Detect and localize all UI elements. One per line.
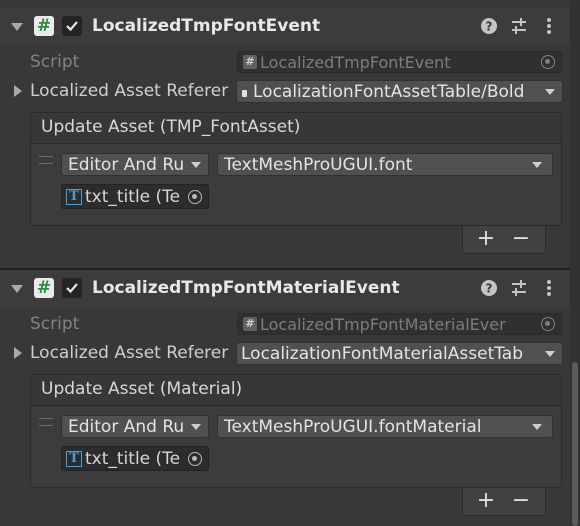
runtime-option-dropdown[interactable]: Editor And Ru — [61, 415, 209, 438]
unity-event-header: Update Asset (Material) — [31, 375, 561, 406]
script-field-value: LocalizedTmpFontMaterialEver — [260, 315, 506, 334]
component-title: LocalizedTmpFontMaterialEvent — [92, 278, 400, 298]
kebab-menu-icon[interactable] — [540, 17, 558, 35]
function-dropdown[interactable]: TextMeshProUGUI.fontMaterial — [217, 415, 553, 438]
script-label: Script — [30, 52, 80, 72]
listener-row: Editor And Ru TextMeshProUGUI.font T txt… — [31, 144, 561, 225]
checkbox-checked-icon — [66, 283, 78, 294]
chevron-down-icon — [532, 162, 542, 168]
script-field: # LocalizedTmpFontMaterialEver — [237, 313, 562, 335]
script-mini-icon: # — [243, 317, 257, 331]
enabled-checkbox[interactable] — [62, 278, 82, 298]
add-listener-button[interactable]: + — [471, 226, 501, 252]
component-title: LocalizedTmpFontEvent — [92, 16, 321, 36]
component-header-font-event[interactable]: # LocalizedTmpFontEvent ? — [0, 7, 570, 45]
scrollbar-thumb[interactable] — [572, 362, 578, 526]
script-label: Script — [30, 314, 80, 334]
drag-handle-icon[interactable] — [39, 418, 53, 426]
function-value: TextMeshProUGUI.font — [224, 155, 413, 175]
list-add-remove-bar: + − — [462, 226, 546, 254]
object-picker-icon — [541, 55, 555, 69]
asset-ref-label: Localized Asset Referer — [30, 343, 229, 363]
chevron-down-icon — [191, 162, 201, 168]
target-object-field[interactable]: T txt_title (Te — [61, 184, 209, 209]
object-picker-icon[interactable] — [188, 190, 202, 204]
asset-ref-dropdown[interactable]: LocalizationFontMaterialAssetTab — [236, 342, 563, 365]
unity-event-title: Update Asset (Material) — [41, 379, 243, 399]
foldout-arrow-icon[interactable] — [11, 23, 23, 31]
script-mini-icon: # — [243, 55, 257, 69]
asset-ref-foldout-icon[interactable] — [14, 347, 22, 359]
function-value: TextMeshProUGUI.fontMaterial — [224, 417, 482, 437]
runtime-option-dropdown[interactable]: Editor And Ru — [61, 153, 209, 176]
inspector-scrollbar[interactable] — [570, 0, 580, 526]
remove-listener-button[interactable]: − — [506, 488, 536, 514]
object-picker-icon — [541, 317, 555, 331]
help-icon[interactable]: ? — [480, 17, 498, 35]
asset-mini-icon — [242, 90, 247, 97]
list-add-remove-bar: + − — [462, 488, 546, 516]
foldout-arrow-icon[interactable] — [11, 285, 23, 293]
asset-ref-dropdown[interactable]: LocalizationFontAssetTable/Bold — [236, 80, 563, 103]
listener-row: Editor And Ru TextMeshProUGUI.fontMateri… — [31, 406, 561, 487]
asset-ref-label: Localized Asset Referer — [30, 81, 229, 101]
component-header-font-material-event[interactable]: # LocalizedTmpFontMaterialEvent ? — [0, 270, 570, 308]
tmp-text-icon: T — [66, 451, 82, 467]
help-icon[interactable]: ? — [480, 279, 498, 297]
runtime-option-value: Editor And Ru — [68, 155, 185, 175]
csharp-script-icon: # — [34, 278, 54, 298]
unity-event-panel: Update Asset (TMP_FontAsset) Editor And … — [30, 112, 562, 226]
runtime-option-value: Editor And Ru — [68, 417, 185, 437]
drag-handle-icon[interactable] — [39, 156, 53, 164]
chevron-down-icon — [545, 351, 555, 357]
unity-event-title: Update Asset (TMP_FontAsset) — [41, 117, 301, 137]
svg-text:?: ? — [486, 282, 493, 296]
csharp-script-icon: # — [34, 16, 54, 36]
presets-sliders-icon[interactable] — [510, 17, 528, 35]
target-object-value: txt_title (Te — [85, 187, 181, 207]
chevron-down-icon — [191, 424, 201, 430]
presets-sliders-icon[interactable] — [510, 279, 528, 297]
svg-text:?: ? — [486, 20, 493, 34]
asset-ref-foldout-icon[interactable] — [14, 85, 22, 97]
unity-event-panel: Update Asset (Material) Editor And Ru Te… — [30, 374, 562, 488]
kebab-menu-icon[interactable] — [540, 279, 558, 297]
unity-event-header: Update Asset (TMP_FontAsset) — [31, 113, 561, 144]
chevron-down-icon — [532, 424, 542, 430]
object-picker-icon[interactable] — [188, 452, 202, 466]
add-listener-button[interactable]: + — [471, 488, 501, 514]
asset-ref-dropdown-value: LocalizationFontAssetTable/Bold — [253, 82, 525, 102]
tmp-text-icon: T — [66, 189, 82, 205]
enabled-checkbox[interactable] — [62, 16, 82, 36]
script-field-value: LocalizedTmpFontEvent — [260, 53, 451, 72]
function-dropdown[interactable]: TextMeshProUGUI.font — [217, 153, 553, 176]
asset-ref-dropdown-value: LocalizationFontMaterialAssetTab — [241, 344, 524, 364]
target-object-field[interactable]: T txt_title (Te — [61, 446, 209, 471]
chevron-down-icon — [545, 89, 555, 95]
remove-listener-button[interactable]: − — [506, 226, 536, 252]
script-field: # LocalizedTmpFontEvent — [237, 51, 562, 73]
target-object-value: txt_title (Te — [85, 449, 181, 469]
checkbox-checked-icon — [66, 21, 78, 32]
